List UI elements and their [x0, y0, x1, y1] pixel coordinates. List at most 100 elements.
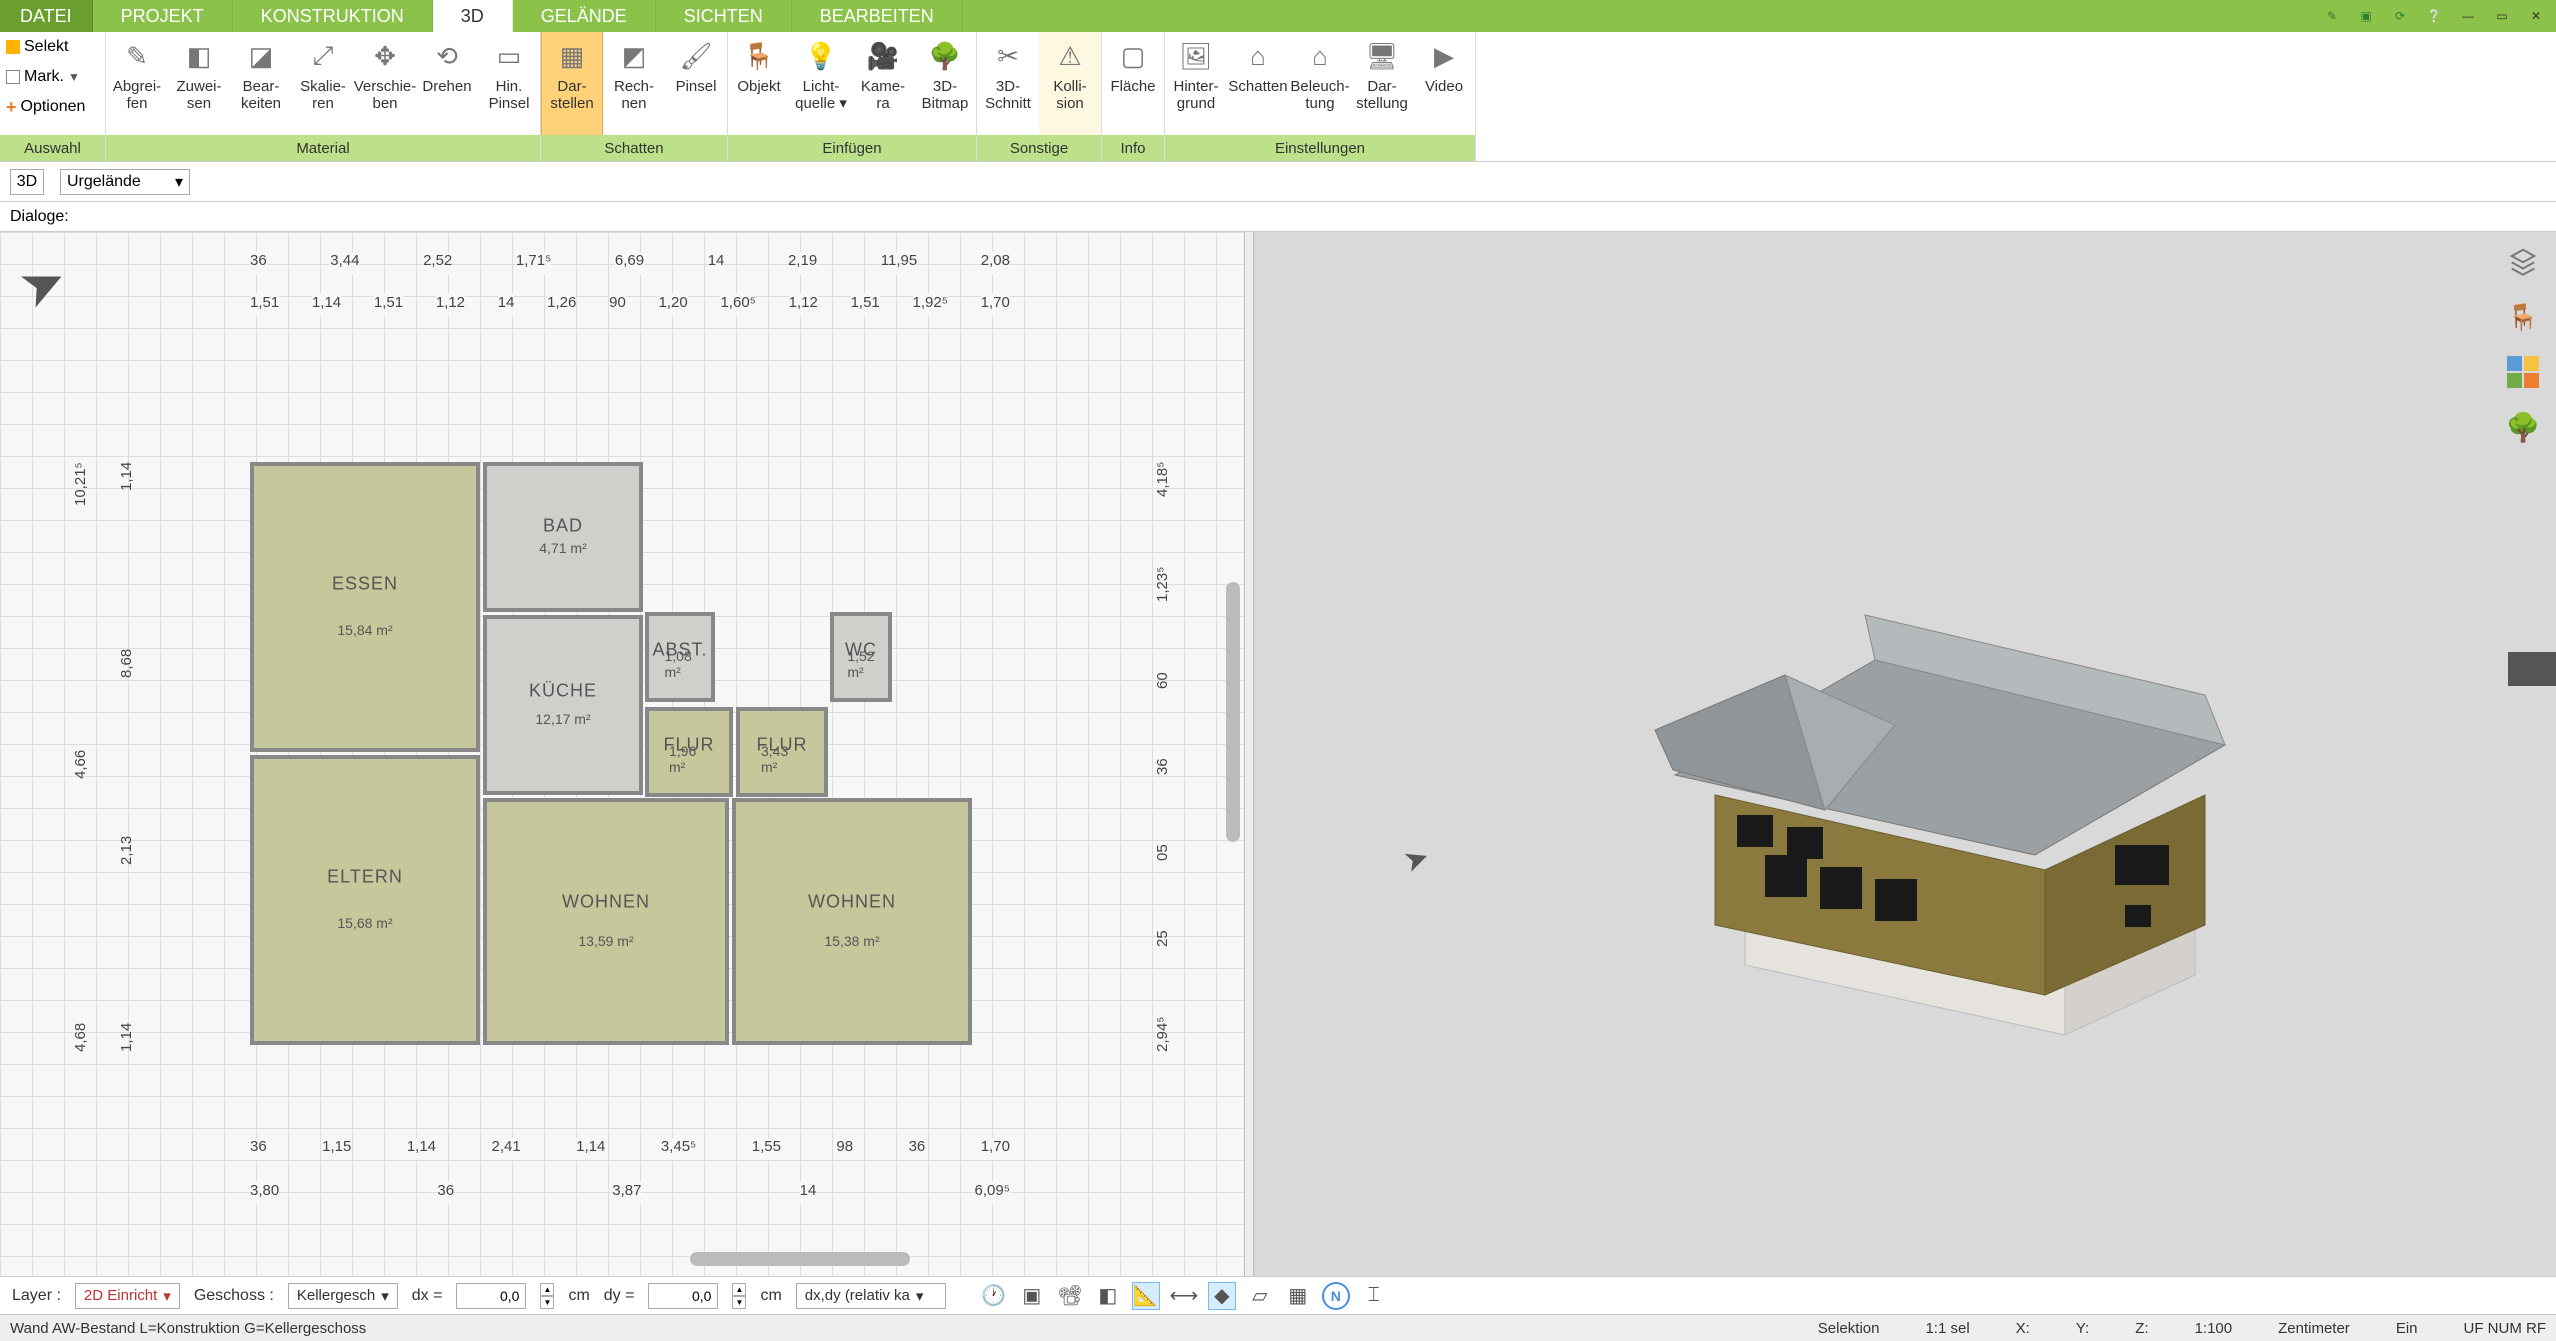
- room-essen[interactable]: ESSEN15,84 m²: [250, 462, 480, 752]
- status-scale: 1:1 sel: [1925, 1320, 1969, 1337]
- extra-icon[interactable]: ▱: [1246, 1282, 1274, 1310]
- layer-label: Layer :: [12, 1287, 61, 1305]
- ribbon-btn-beleuchtung[interactable]: ⌂Beleuch-tung: [1289, 32, 1351, 135]
- right-panel-tab[interactable]: [2508, 652, 2556, 686]
- status-left: Wand AW-Bestand L=Konstruktion G=Kellerg…: [10, 1320, 366, 1337]
- room-flur[interactable]: FLUR3,43 m²: [736, 707, 828, 797]
- menu-bearbeiten[interactable]: BEARBEITEN: [792, 0, 963, 32]
- dimension-value: 1,14: [576, 1138, 605, 1160]
- dy-spinner[interactable]: ▲▼: [732, 1283, 746, 1309]
- ribbon-btn-skalieren[interactable]: ⤢Skalie-ren: [292, 32, 354, 135]
- cursor-icon[interactable]: ⌶: [1360, 1282, 1388, 1310]
- menu-konstruktion[interactable]: KONSTRUKTION: [233, 0, 433, 32]
- ribbon-btn-lichtquelle[interactable]: 💡Licht-quelle ▾: [790, 32, 852, 135]
- screenshot-icon[interactable]: ▣: [1018, 1282, 1046, 1310]
- ribbon-btn-objekt[interactable]: 🪑Objekt: [728, 32, 790, 135]
- ribbon-btn-hintergrund[interactable]: 🖼Hinter-grund: [1165, 32, 1227, 135]
- coordmode-select[interactable]: dx,dy (relativ ka▾: [796, 1283, 946, 1309]
- ribbon-btn-kollision[interactable]: ⚠Kolli-sion: [1039, 32, 1101, 135]
- mark-dropdown[interactable]: Mark.▼: [0, 62, 105, 92]
- dimension-value: 1,51: [851, 294, 880, 316]
- close-icon[interactable]: ✕: [2522, 4, 2550, 28]
- snap-angle-icon[interactable]: 📐: [1132, 1282, 1160, 1310]
- geschoss-select[interactable]: Kellergesch▾: [288, 1283, 398, 1309]
- room-wc[interactable]: WC1,52 m²: [830, 612, 892, 702]
- floorplan-pane[interactable]: ➤ 363,442,521,71⁵6,69142,1911,952,08 1,5…: [0, 232, 1244, 1276]
- 3d-viewport[interactable]: ➤ 🪑: [1254, 232, 2556, 1276]
- dimension-value: 3,44: [330, 252, 359, 274]
- ribbon-group-material: ✎Abgrei-fen◧Zuwei-sen◪Bear-keiten⤢Skalie…: [106, 32, 541, 161]
- room-kche[interactable]: KÜCHE12,17 m²: [483, 615, 643, 795]
- ribbon-btn-zuweisen[interactable]: ◧Zuwei-sen: [168, 32, 230, 135]
- ribbon: Selekt Mark.▼ +Optionen Auswahl ✎Abgrei-…: [0, 32, 2556, 162]
- layer-select[interactable]: 2D Einricht▾: [75, 1283, 180, 1309]
- select-button[interactable]: Selekt: [0, 32, 105, 62]
- ribbon-btn-verschieben[interactable]: ✥Verschie-ben: [354, 32, 416, 135]
- ribbon-btn-dbitmap[interactable]: 🌳3D-Bitmap: [914, 32, 976, 135]
- tree-icon[interactable]: 🌳: [2506, 410, 2540, 444]
- dx-input[interactable]: 0,0: [456, 1283, 526, 1309]
- ribbon-btn-kamera[interactable]: 🎥Kame-ra: [852, 32, 914, 135]
- furniture-icon[interactable]: 🪑: [2506, 300, 2540, 334]
- minimize-icon[interactable]: —: [2454, 4, 2482, 28]
- menu-gelaende[interactable]: GELÄNDE: [513, 0, 656, 32]
- ribbon-btn-dschnitt[interactable]: ✂3D-Schnitt: [977, 32, 1039, 135]
- dialoge-bar: Dialoge:: [0, 202, 2556, 232]
- mode-3d-button[interactable]: 3D: [10, 169, 44, 195]
- box-icon[interactable]: ▣: [2352, 4, 2380, 28]
- restore-icon[interactable]: ▭: [2488, 4, 2516, 28]
- north-icon[interactable]: N: [1322, 1282, 1350, 1310]
- room-wohnen[interactable]: WOHNEN13,59 m²: [483, 798, 729, 1045]
- ribbon-group-label: Einfügen: [728, 135, 976, 161]
- ribbon-btn-flche[interactable]: ▢Fläche: [1102, 32, 1164, 135]
- floorplan-v-scrollbar[interactable]: [1226, 582, 1240, 842]
- menu-right-controls: ✎ ▣ ⟳ ❔ — ▭ ✕: [2318, 0, 2556, 32]
- dy-input[interactable]: 0,0: [648, 1283, 718, 1309]
- floorplan-h-scrollbar[interactable]: [690, 1252, 910, 1266]
- room-name: WOHNEN: [808, 892, 896, 913]
- menu-sichten[interactable]: SICHTEN: [656, 0, 792, 32]
- ribbon-btn-rechnen[interactable]: ◩Rech-nen: [603, 32, 665, 135]
- room-flur[interactable]: FLUR1,96 m²: [645, 707, 733, 797]
- room-wohnen[interactable]: WOHNEN15,38 m²: [732, 798, 972, 1045]
- dimension-icon[interactable]: ⟷: [1170, 1282, 1198, 1310]
- ribbon-btn-abgreifen[interactable]: ✎Abgrei-fen: [106, 32, 168, 135]
- menu-3d[interactable]: 3D: [433, 0, 513, 32]
- ribbon-btn-hinpinsel[interactable]: ▭Hin.Pinsel: [478, 32, 540, 135]
- floorplan[interactable]: ESSEN15,84 m²BAD4,71 m²ABST.1,08 m²KÜCHE…: [250, 462, 976, 1052]
- terrain-select[interactable]: Urgelände▾: [60, 169, 190, 195]
- layers-icon[interactable]: [2506, 244, 2540, 278]
- plane-icon[interactable]: ◆: [1208, 1282, 1236, 1310]
- dx-spinner[interactable]: ▲▼: [540, 1283, 554, 1309]
- ribbon-btn-schatten[interactable]: ⌂Schatten: [1227, 32, 1289, 135]
- menu-projekt[interactable]: PROJEKT: [93, 0, 233, 32]
- dimension-row-bottom2: 3,80363,87146,09⁵: [250, 1182, 1010, 1204]
- clock-icon[interactable]: 🕐: [980, 1282, 1008, 1310]
- ribbon-btn-darstellung[interactable]: 🖥Dar-stellung: [1351, 32, 1413, 135]
- ribbon-btn-pinsel[interactable]: 🖌Pinsel: [665, 32, 727, 135]
- status-bar: Wand AW-Bestand L=Konstruktion G=Kellerg…: [0, 1314, 2556, 1341]
- ribbon-btn-darstellen[interactable]: ▦Dar-stellen: [541, 32, 603, 135]
- pencil-icon[interactable]: ✎: [2318, 4, 2346, 28]
- dimension-value: 2,08: [981, 252, 1010, 274]
- ribbon-btn-drehen[interactable]: ⟲Drehen: [416, 32, 478, 135]
- materials-palette-icon[interactable]: [2507, 356, 2539, 388]
- house-3d-model[interactable]: [1565, 495, 2245, 1055]
- status-unit: Zentimeter: [2278, 1320, 2350, 1337]
- room-abst[interactable]: ABST.1,08 m²: [645, 612, 715, 702]
- ribbon-btn-video[interactable]: ▶Video: [1413, 32, 1475, 135]
- room-bad[interactable]: BAD4,71 m²: [483, 462, 643, 612]
- help-icon[interactable]: ❔: [2420, 4, 2448, 28]
- refresh-icon[interactable]: ⟳: [2386, 4, 2414, 28]
- ribbon-btn-bearkeiten[interactable]: ◪Bear-keiten: [230, 32, 292, 135]
- ribbon-btn-label: Beleuch-tung: [1290, 78, 1349, 112]
- ribbon-group-label: Einstellungen: [1165, 135, 1475, 161]
- pane-splitter[interactable]: [1244, 232, 1254, 1276]
- optionen-button[interactable]: +Optionen: [0, 92, 105, 122]
- grid-icon[interactable]: ▦: [1284, 1282, 1312, 1310]
- room-eltern[interactable]: ELTERN15,68 m²: [250, 755, 480, 1045]
- cube-icon[interactable]: ◧: [1094, 1282, 1122, 1310]
- geschoss-label: Geschoss :: [194, 1287, 274, 1305]
- projector-icon[interactable]: 📽: [1056, 1282, 1084, 1310]
- menu-datei[interactable]: DATEI: [0, 0, 93, 32]
